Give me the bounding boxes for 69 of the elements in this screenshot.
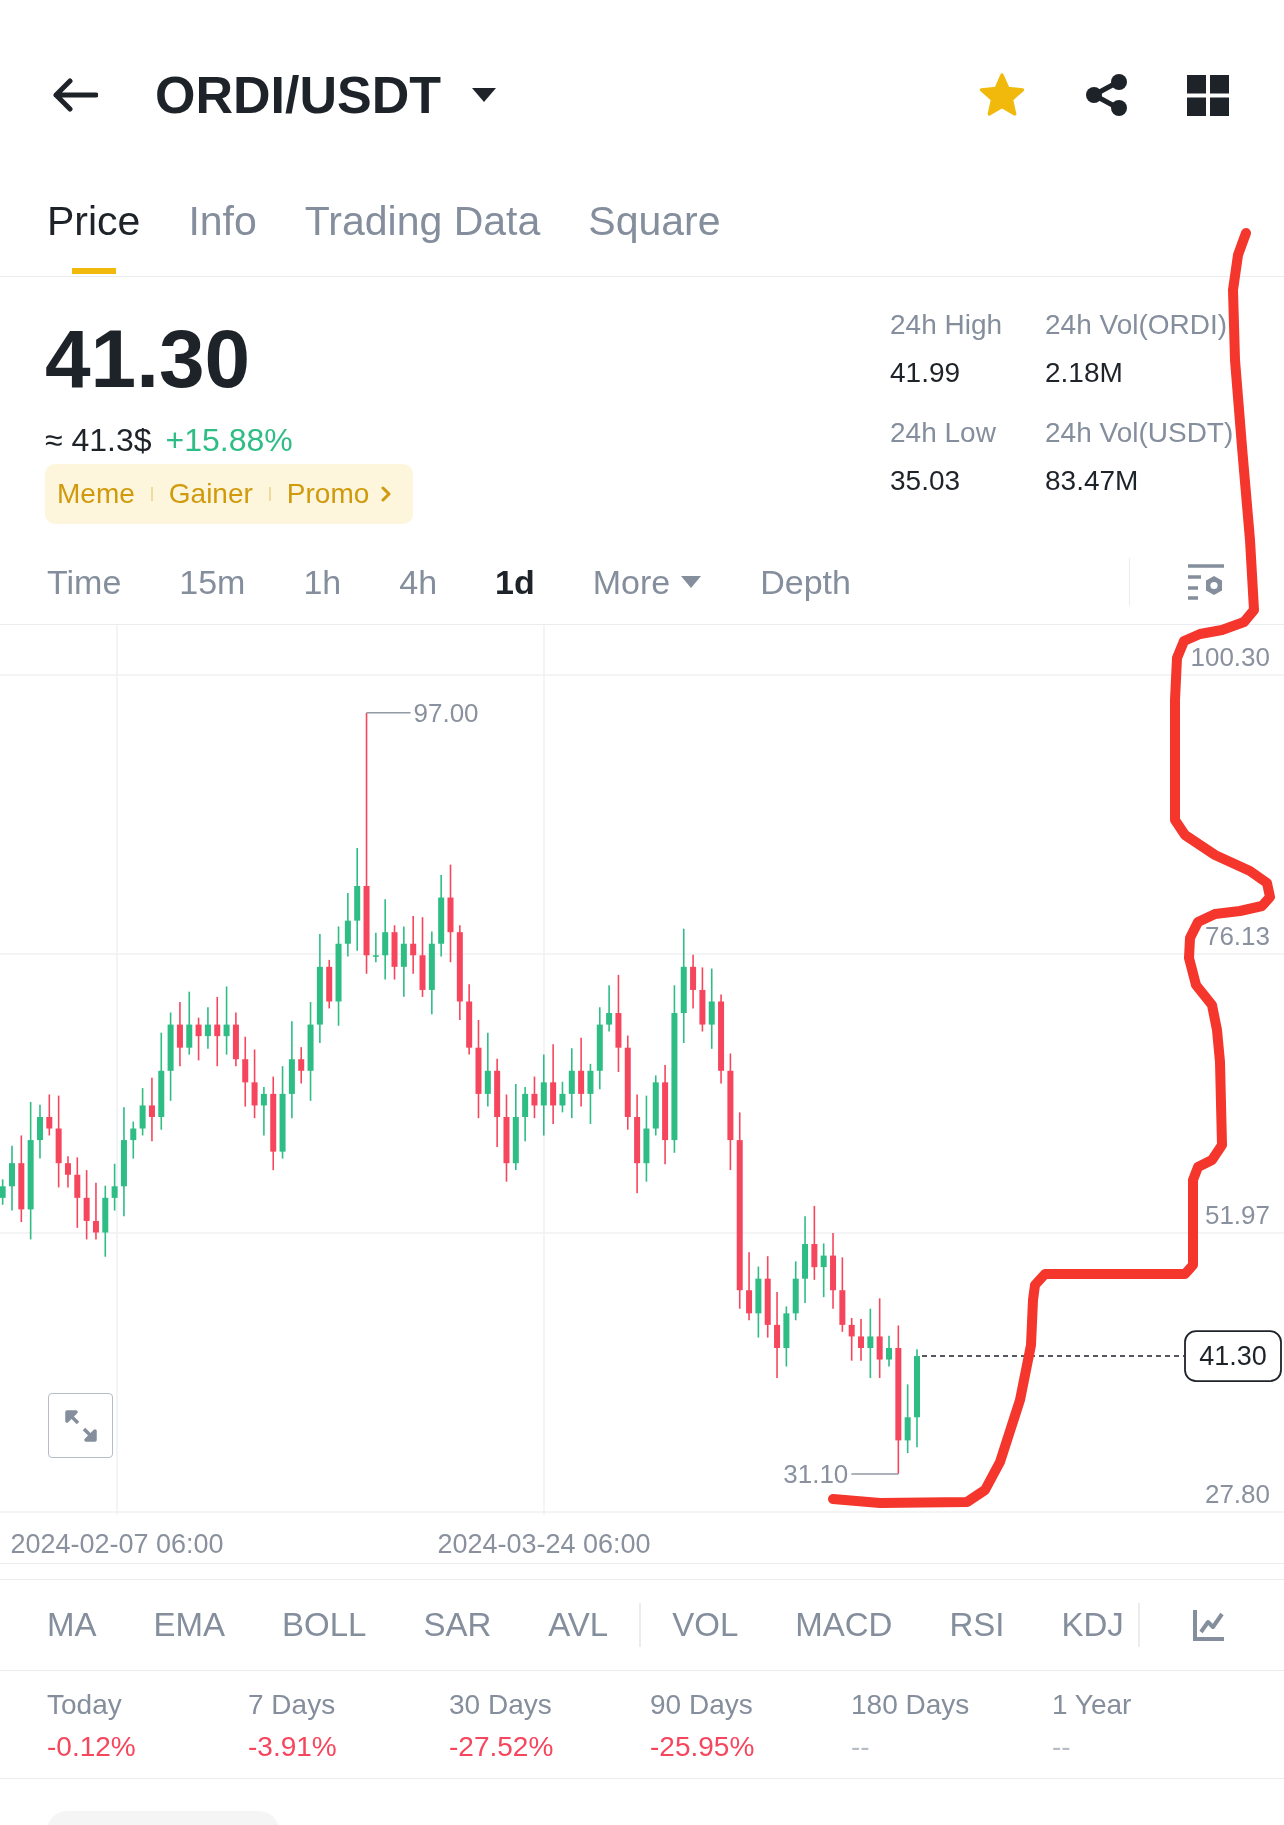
interval-tab[interactable]: Depth [760,562,851,602]
price-change: +15.88% [165,421,293,460]
price-axis-label: 76.13 [1204,921,1270,951]
indicator-tab[interactable]: AVL [548,1605,609,1645]
interval-tab[interactable]: 15m [179,562,246,602]
indicator-tab[interactable]: MA [47,1605,97,1645]
stat-label: 24h Low [890,416,996,450]
indicator-tab[interactable]: EMA [153,1605,225,1645]
chevron-right-icon[interactable] [381,486,392,502]
period-label: 30 Days [449,1688,552,1722]
tag-link[interactable]: Promo [286,477,370,511]
expand-button[interactable] [48,1393,113,1458]
period-label: 180 Days [851,1688,970,1722]
indicator-tab[interactable]: BOLL [282,1605,367,1645]
stat-value: 41.99 [890,356,961,390]
indicator-tab[interactable]: SAR [423,1605,492,1645]
stat-value: 35.03 [890,464,961,498]
usd-estimate: ≈ 41.3$ [45,421,152,460]
date-axis-label: 2024-03-24 06:00 [437,1529,651,1559]
price-axis-label: 27.80 [1204,1479,1270,1509]
stat-value: 83.47M [1045,464,1139,498]
period-label: Today [47,1688,122,1722]
last-price-tag: 41.30 [1184,1330,1282,1382]
indicator-tab[interactable]: KDJ [1061,1605,1124,1645]
high-price-label: 97.00 [413,697,479,728]
share-icon[interactable] [1084,73,1129,117]
period-change: -25.95% [650,1730,755,1764]
price-axis-label: 100.30 [1190,642,1270,672]
stat-label: 24h High [890,308,1003,342]
leader-line [850,1473,900,1475]
tab[interactable]: Trading Data [304,190,541,276]
period-label: 7 Days [248,1688,336,1722]
period-label: 1 Year [1052,1688,1132,1722]
period-change: -0.12% [47,1730,136,1764]
chart-settings-icon[interactable] [1187,563,1225,601]
interval-tab[interactable]: 1h [303,562,342,602]
caret-down-icon [680,575,703,589]
indicator-tab[interactable]: RSI [949,1605,1005,1645]
interval-tab[interactable]: 1d [495,562,535,602]
indicator-tab[interactable]: MACD [795,1605,893,1645]
period-change: -3.91% [248,1730,337,1764]
back-arrow-icon[interactable] [52,78,98,112]
favorite-star-icon[interactable] [978,72,1026,118]
expand-icon [62,1407,99,1444]
tab[interactable]: Info [188,190,257,276]
interval-tab[interactable]: Time [47,562,122,602]
period-label: 90 Days [650,1688,753,1722]
tab[interactable]: Square [588,190,721,276]
price-axis-label: 51.97 [1204,1200,1270,1230]
stat-label: 24h Vol(USDT) [1045,416,1234,450]
date-axis-label: 2024-02-07 06:00 [10,1529,224,1559]
indicator-tab[interactable]: VOL [672,1605,739,1645]
tab[interactable]: Price [47,190,141,276]
line-chart-icon[interactable] [1191,1608,1226,1642]
pair-selector[interactable]: ORDI/USDT [155,65,497,125]
tag-link[interactable]: Gainer [168,477,253,511]
interval-tab[interactable]: 4h [399,562,438,602]
interval-tab[interactable]: More [592,562,703,602]
stat-label: 24h Vol(ORDI) [1045,308,1228,342]
caret-down-icon [471,87,497,103]
low-price-label: 31.10 [783,1458,849,1489]
tag-link[interactable]: Meme [57,477,135,511]
period-change: -27.52% [449,1730,554,1764]
last-price: 41.30 [45,318,252,400]
period-change: -- [851,1730,870,1764]
leader-line [365,712,412,714]
period-change: -- [1052,1730,1071,1764]
grid-menu-icon[interactable] [1187,74,1229,116]
stat-value: 2.18M [1045,356,1123,390]
